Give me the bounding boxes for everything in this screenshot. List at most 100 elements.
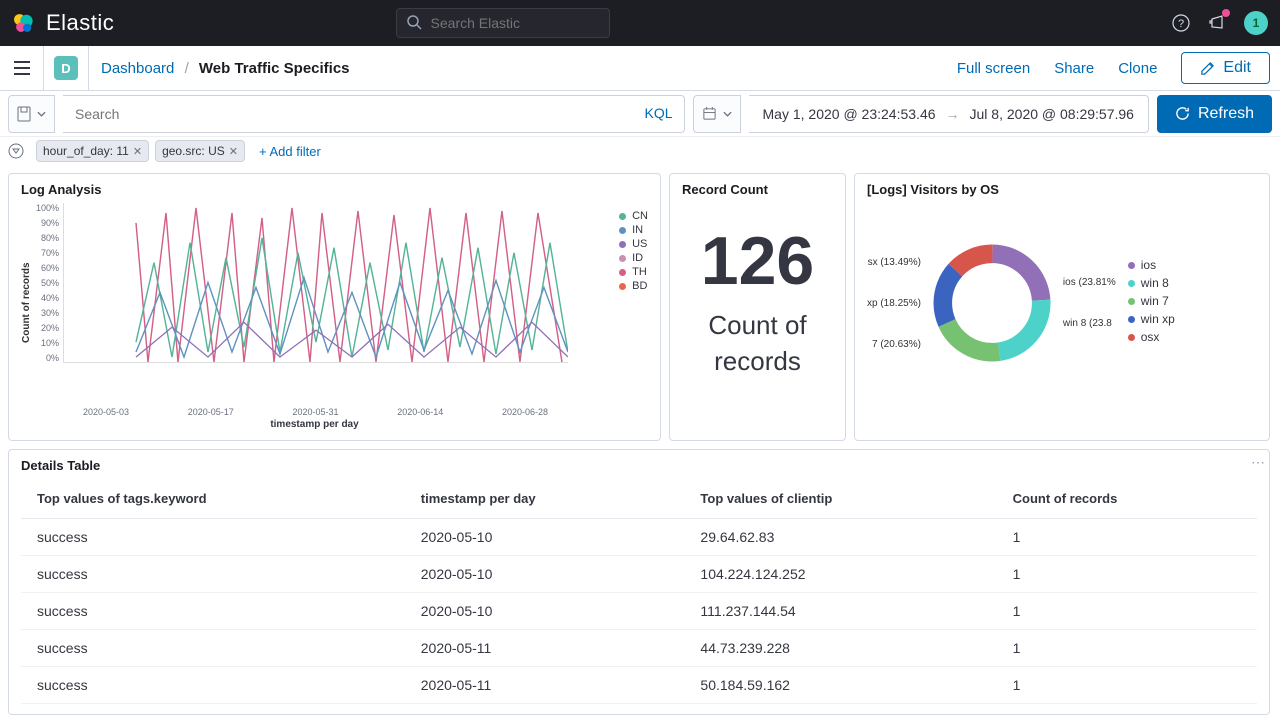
header-right: ? 1 <box>1172 11 1268 35</box>
legend-item[interactable]: win xp <box>1128 312 1175 326</box>
brand-logo-wrap: Elastic <box>12 10 114 36</box>
date-to: Jul 8, 2020 @ 08:29:57.96 <box>970 106 1134 122</box>
refresh-label: Refresh <box>1198 105 1254 123</box>
fullscreen-button[interactable]: Full screen <box>957 60 1030 77</box>
legend-item[interactable]: ID <box>619 252 648 264</box>
divider <box>88 46 89 90</box>
dashboard-grid: Log Analysis Count of records 100%90%80%… <box>0 165 1280 723</box>
table-cell: 1 <box>997 593 1257 630</box>
x-axis-label: timestamp per day <box>0 419 648 430</box>
filter-label: geo.src: US <box>162 144 225 158</box>
legend-item[interactable]: osx <box>1128 330 1175 344</box>
breadcrumb-current: Web Traffic Specifics <box>199 60 350 77</box>
global-header: Elastic ? 1 <box>0 0 1280 46</box>
filter-pill[interactable]: geo.src: US ✕ <box>155 140 245 162</box>
legend-item[interactable]: TH <box>619 266 648 278</box>
legend-item[interactable]: CN <box>619 210 648 222</box>
global-search <box>396 8 610 38</box>
saved-query-button[interactable] <box>8 95 55 133</box>
close-icon[interactable]: ✕ <box>133 145 142 158</box>
date-from: May 1, 2020 @ 23:24:53.46 <box>763 106 936 122</box>
donut-right-labels: ios (23.81%win 8 (23.8 <box>1063 277 1116 329</box>
space-selector[interactable]: D <box>54 56 78 80</box>
chevron-down-icon <box>37 111 46 117</box>
chevron-down-icon <box>723 111 732 117</box>
hamburger-icon <box>14 61 30 75</box>
close-icon[interactable]: ✕ <box>229 145 238 158</box>
calendar-icon <box>702 106 717 121</box>
donut-chart[interactable] <box>927 238 1057 368</box>
table-row[interactable]: success2020-05-10104.224.124.2521 <box>21 556 1257 593</box>
panel-details-table: ⋯ Details Table Top values of tags.keywo… <box>8 449 1270 715</box>
breadcrumb-root[interactable]: Dashboard <box>101 60 174 77</box>
column-header[interactable]: Top values of tags.keyword <box>21 479 405 519</box>
pencil-icon <box>1200 61 1215 76</box>
x-axis-ticks: 2020-05-032020-05-172020-05-312020-06-14… <box>83 407 548 417</box>
table-cell: 29.64.62.83 <box>684 519 996 556</box>
column-header[interactable]: timestamp per day <box>405 479 685 519</box>
table-row[interactable]: success2020-05-1150.184.59.1621 <box>21 667 1257 704</box>
panel-title: Details Table <box>21 458 1257 473</box>
brand-name: Elastic <box>46 10 114 36</box>
metric-value: 126 <box>701 227 814 295</box>
table-cell: success <box>21 630 405 667</box>
edit-button[interactable]: Edit <box>1181 52 1270 84</box>
legend-item[interactable]: US <box>619 238 648 250</box>
user-avatar[interactable]: 1 <box>1244 11 1268 35</box>
help-icon[interactable]: ? <box>1172 14 1190 32</box>
line-chart-plot[interactable] <box>63 203 568 363</box>
panel-menu-icon[interactable]: ⋯ <box>1251 454 1265 471</box>
refresh-icon <box>1175 106 1190 121</box>
global-search-input[interactable] <box>396 8 610 38</box>
panel-visitors-by-os: [Logs] Visitors by OS sx (13.49%)xp (18.… <box>854 173 1270 441</box>
table-cell: 44.73.239.228 <box>684 630 996 667</box>
sub-header: D Dashboard / Web Traffic Specifics Full… <box>0 46 1280 91</box>
table-cell: 1 <box>997 667 1257 704</box>
y-axis-ticks: 100%90%80%70%60%50%40%30%20%10%0% <box>36 203 63 363</box>
kql-toggle[interactable]: KQL <box>645 105 673 121</box>
nav-toggle-button[interactable] <box>0 46 44 90</box>
share-button[interactable]: Share <box>1054 60 1094 77</box>
filter-label: hour_of_day: 11 <box>43 144 129 158</box>
legend-item[interactable]: BD <box>619 280 648 292</box>
search-icon <box>406 14 422 30</box>
clone-button[interactable]: Clone <box>1118 60 1157 77</box>
filter-settings-icon[interactable] <box>8 143 24 159</box>
table-row[interactable]: success2020-05-1144.73.239.2281 <box>21 630 1257 667</box>
elastic-logo-icon <box>12 12 34 34</box>
column-header[interactable]: Count of records <box>997 479 1257 519</box>
table-cell: 2020-05-11 <box>405 667 685 704</box>
query-bar: KQL May 1, 2020 @ 23:24:53.46 → Jul 8, 2… <box>0 91 1280 137</box>
add-filter-button[interactable]: + Add filter <box>259 144 321 159</box>
metric-label: Count of records <box>682 307 833 380</box>
query-input[interactable] <box>63 95 685 133</box>
refresh-button[interactable]: Refresh <box>1157 95 1272 133</box>
disk-icon <box>17 106 31 122</box>
legend-item[interactable]: win 7 <box>1128 294 1175 308</box>
date-range-picker[interactable]: May 1, 2020 @ 23:24:53.46 → Jul 8, 2020 … <box>749 95 1149 133</box>
table-cell: success <box>21 519 405 556</box>
filter-pill[interactable]: hour_of_day: 11 ✕ <box>36 140 149 162</box>
arrow-right-icon: → <box>946 106 960 122</box>
date-quick-select[interactable] <box>693 95 741 133</box>
table-cell: 104.224.124.252 <box>684 556 996 593</box>
table-row[interactable]: success2020-05-1029.64.62.831 <box>21 519 1257 556</box>
legend-item[interactable]: win 8 <box>1128 276 1175 290</box>
legend-item[interactable]: ios <box>1128 258 1175 272</box>
table-row[interactable]: success2020-05-10111.237.144.541 <box>21 593 1257 630</box>
news-icon[interactable] <box>1208 13 1226 34</box>
table-cell: 2020-05-11 <box>405 630 685 667</box>
donut-left-labels: sx (13.49%)xp (18.25%)7 (20.63%) <box>867 257 921 350</box>
panel-record-count: Record Count 126 Count of records <box>669 173 846 441</box>
svg-text:?: ? <box>1178 18 1184 30</box>
table-cell: success <box>21 593 405 630</box>
chart-legend: CN IN US ID TH BD <box>619 210 648 294</box>
legend-item[interactable]: IN <box>619 224 648 236</box>
table-cell: 1 <box>997 519 1257 556</box>
table-cell: 1 <box>997 630 1257 667</box>
table-cell: 2020-05-10 <box>405 519 685 556</box>
panel-title: Record Count <box>682 182 833 197</box>
breadcrumb: Dashboard / Web Traffic Specifics <box>101 60 350 77</box>
table-cell: 2020-05-10 <box>405 556 685 593</box>
column-header[interactable]: Top values of clientip <box>684 479 996 519</box>
